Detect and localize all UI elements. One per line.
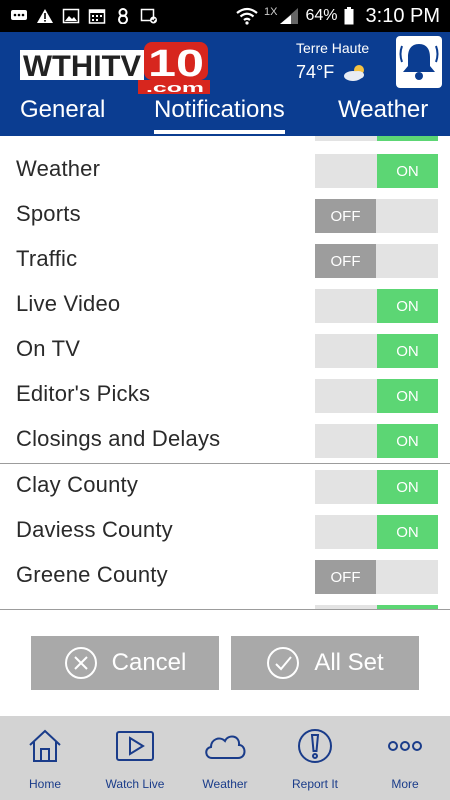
setting-label: Closings and Delays: [16, 426, 221, 451]
setting-row-clay-county: Clay County ON: [0, 464, 450, 509]
status-bar: 1X 64% 3:10 PM: [0, 0, 450, 32]
tab-weather[interactable]: Weather: [338, 96, 428, 124]
image-icon: [62, 8, 80, 24]
toggle-knob: ON: [377, 154, 438, 188]
setting-label: Greene County: [16, 562, 168, 587]
nav-label: More: [391, 777, 419, 791]
nav-label: Watch Live: [105, 777, 165, 791]
app-8-icon: [118, 8, 128, 24]
cancel-x-icon: [64, 647, 97, 679]
cancel-label: Cancel: [111, 649, 187, 676]
nav-label: Home: [28, 777, 61, 791]
toggle-knob: OFF: [315, 244, 376, 278]
setting-row-greene-county: Greene County OFF: [0, 554, 450, 599]
toggle-knob: ON: [377, 379, 438, 413]
battery-icon: [344, 7, 354, 25]
setting-label: On TV: [16, 336, 81, 361]
app-header: WTHITV 10 .com Terre Haute 74°F General …: [0, 32, 450, 136]
svg-text:10: 10: [148, 43, 204, 85]
setting-label: Live Video: [16, 291, 121, 316]
toggle-knob: ON: [377, 515, 438, 549]
nav-more[interactable]: More: [360, 716, 450, 800]
toggle-greene-county[interactable]: OFF: [315, 560, 438, 594]
toggle-knob: ON: [377, 289, 438, 323]
wthitv10-logo[interactable]: WTHITV 10 .com: [20, 42, 212, 94]
nav-label: Report It: [291, 777, 339, 791]
temperature: 74°F: [296, 62, 335, 82]
setting-label: Sports: [16, 201, 81, 226]
location-name: Terre Haute: [296, 40, 370, 56]
action-buttons: Cancel All Set: [0, 610, 450, 716]
toggle-on-tv[interactable]: ON: [315, 334, 438, 368]
home-icon: [29, 729, 61, 762]
setting-row-closings-delays: Closings and Delays ON: [0, 418, 450, 463]
notification-settings-list[interactable]: Weather ON Sports OFF Traffic OFF Live V…: [0, 136, 450, 610]
toggle-clay-county[interactable]: ON: [315, 470, 438, 504]
network-type: 1X: [264, 6, 278, 18]
system-status: 1X 64% 3:10 PM: [236, 5, 440, 28]
all-set-button[interactable]: All Set: [231, 636, 419, 690]
checkmark-icon: [267, 647, 300, 679]
setting-row-weather: Weather ON: [0, 148, 450, 193]
toggle-editors-picks[interactable]: ON: [315, 379, 438, 413]
wifi-icon: [236, 7, 258, 25]
setting-label: Editor's Picks: [16, 381, 151, 406]
cancel-button[interactable]: Cancel: [31, 636, 219, 690]
setting-row-traffic: Traffic OFF: [0, 238, 450, 283]
chat-icon: [11, 10, 27, 20]
play-icon: [116, 731, 154, 761]
more-icon: [388, 741, 422, 751]
nav-home[interactable]: Home: [0, 716, 90, 800]
warning-icon: [37, 9, 53, 23]
signal-icon: [280, 8, 299, 24]
setting-row-on-tv: On TV ON: [0, 328, 450, 373]
nav-weather[interactable]: Weather: [180, 716, 270, 800]
toggle-knob: ON: [377, 470, 438, 504]
bell-icon: [399, 44, 439, 80]
exclamation-icon: [298, 729, 332, 763]
nav-report-it[interactable]: Report It: [270, 716, 360, 800]
setting-row-live-video: Live Video ON: [0, 283, 450, 328]
nav-watch-live[interactable]: Watch Live: [90, 716, 180, 800]
cloud-icon: [205, 735, 246, 759]
tab-bar: General Notifications Weather: [0, 92, 450, 136]
setting-label: Clay County: [16, 472, 139, 497]
bottom-navigation: Home Watch Live Weather Report It More: [0, 716, 450, 800]
all-set-label: All Set: [314, 649, 384, 676]
photo-check-icon: [140, 8, 157, 24]
toggle-peek-top: [315, 136, 377, 141]
toggle-knob: ON: [377, 424, 438, 458]
setting-row-editors-picks: Editor's Picks ON: [0, 373, 450, 418]
nav-label: Weather: [202, 777, 248, 791]
setting-label: Daviess County: [16, 517, 173, 542]
toggle-live-video[interactable]: ON: [315, 289, 438, 323]
toggle-knob: ON: [377, 334, 438, 368]
calendar-icon: [88, 9, 106, 24]
toggle-peek-top-on: [377, 136, 438, 141]
setting-row-daviess-county: Daviess County ON: [0, 509, 450, 554]
toggle-closings-delays[interactable]: ON: [315, 424, 438, 458]
location-weather[interactable]: Terre Haute 74°F: [296, 40, 369, 83]
setting-label: Traffic: [16, 246, 78, 271]
setting-row-sports: Sports OFF: [0, 193, 450, 238]
toggle-daviess-county[interactable]: ON: [315, 515, 438, 549]
toggle-weather[interactable]: ON: [315, 154, 438, 188]
setting-label: Weather: [16, 156, 101, 181]
toggle-knob: OFF: [315, 560, 376, 594]
toggle-sports[interactable]: OFF: [315, 199, 438, 233]
notification-icons: [10, 8, 158, 24]
battery-percent: 64%: [305, 7, 338, 24]
tab-notifications[interactable]: Notifications: [154, 96, 285, 134]
toggle-knob: OFF: [315, 199, 376, 233]
notifications-button[interactable]: [396, 36, 442, 88]
svg-text:WTHITV: WTHITV: [23, 50, 141, 83]
partly-cloudy-icon: [344, 64, 365, 81]
toggle-traffic[interactable]: OFF: [315, 244, 438, 278]
clock: 3:10 PM: [365, 4, 440, 27]
tab-general[interactable]: General: [20, 96, 105, 124]
